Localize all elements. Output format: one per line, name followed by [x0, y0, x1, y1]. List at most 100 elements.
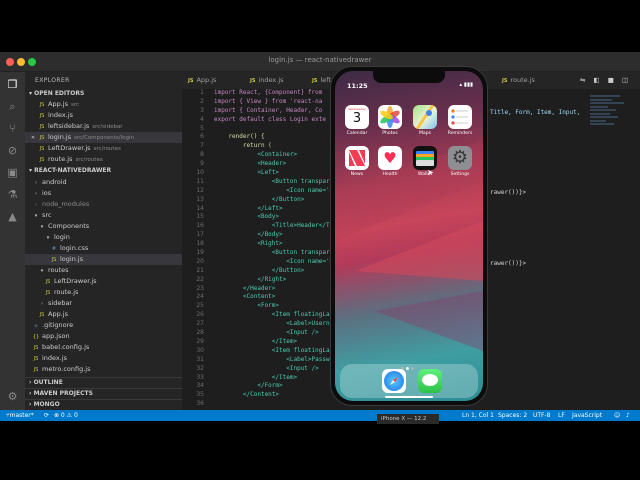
tree-file-login-css[interactable]: # login.css — [25, 243, 182, 254]
app-news[interactable]: News — [344, 146, 370, 177]
azure-icon[interactable]: ▲ — [6, 210, 19, 223]
code-right-fragment: rawer())}> — [490, 260, 527, 267]
heart-icon: ♥ — [378, 146, 402, 170]
tree-folder-node-modules[interactable]: › node_modules — [25, 199, 182, 210]
line-number: 17 — [196, 231, 204, 239]
line-number: 23 — [196, 284, 204, 292]
open-editor-item[interactable]: JS route.js src/routes — [25, 154, 182, 165]
tree-file-metro-config[interactable]: JS metro.config.js — [25, 364, 182, 375]
line-number: 11 — [196, 177, 204, 185]
vscode-window: login.js — react-nativedrawer ❐ ⌕ ⑂ ⊘ ▣ … — [0, 52, 640, 421]
gear-icon[interactable]: ⚙ — [6, 390, 19, 403]
language-mode[interactable]: JavaScript — [572, 410, 602, 421]
tree-file-leftdrawer[interactable]: JS LeftDrawer.js — [25, 276, 182, 287]
tab-app-js[interactable]: JS App.js — [188, 72, 250, 89]
tree-folder-sidebar[interactable]: › sidebar — [25, 298, 182, 309]
tree-file-babel-config[interactable]: JS babel.config.js — [25, 342, 182, 353]
explorer-title: EXPLORER — [35, 77, 70, 84]
messages-icon — [418, 369, 442, 393]
photos-icon — [378, 105, 402, 129]
line-number: 6 — [200, 133, 204, 141]
cursor-position[interactable]: Ln 1, Col 1 — [462, 410, 494, 421]
open-editor-item[interactable]: JS LeftDrawer.js src/routes — [25, 143, 182, 154]
git-branch[interactable]: ⑂ master* — [6, 410, 34, 421]
title-bar: login.js — react-nativedrawer — [0, 52, 640, 72]
app-wallet[interactable]: Wallet — [412, 146, 438, 177]
close-icon: ✕ — [30, 135, 36, 141]
app-health[interactable]: ♥ Health — [377, 146, 403, 177]
tree-file-app-json[interactable]: {} app.json — [25, 331, 182, 342]
open-editors-header[interactable]: ▾ OPEN EDITORS — [25, 89, 182, 99]
problems-indicator[interactable]: ⊗ 0 ⚠ 0 — [54, 410, 78, 421]
eol[interactable]: LF — [558, 410, 565, 421]
notch — [373, 71, 445, 83]
indentation[interactable]: Spaces: 2 — [498, 410, 527, 421]
line-number: 7 — [200, 142, 204, 150]
tab-route-js[interactable]: JS route.js — [502, 72, 562, 89]
mongo-header[interactable]: › MONGO — [25, 399, 182, 409]
simulator-screen[interactable]: 11:25 ▴ ▮▮▮ Wednesday 3 Calendar Photos — [335, 71, 483, 401]
project-header[interactable]: ▾ REACT-NATIVEDRAWER — [25, 166, 182, 176]
outline-header[interactable]: › OUTLINE — [25, 377, 182, 387]
maven-header[interactable]: › MAVEN PROJECTS — [25, 388, 182, 398]
line-number: 19 — [196, 249, 204, 257]
line-number: 28 — [196, 329, 204, 337]
files-icon[interactable]: ❐ — [6, 78, 19, 91]
tree-file-route[interactable]: JS route.js — [25, 287, 182, 298]
editor-actions[interactable]: ⇋ ◧ ■ ◫ ⋯ — [580, 72, 640, 101]
status-time: 11:25 — [347, 82, 368, 90]
news-icon — [345, 146, 369, 170]
battery-icon: ▴ ▮▮▮ — [459, 82, 473, 88]
tree-folder-login[interactable]: ▾ login — [25, 232, 182, 243]
reminders-icon — [448, 105, 472, 129]
smiley-icon[interactable]: ☺ — [614, 410, 620, 421]
tree-folder-components[interactable]: ▾ Components — [25, 221, 182, 232]
tree-folder-routes[interactable]: ▾ routes — [25, 265, 182, 276]
open-editor-item[interactable]: JS App.js src — [25, 99, 182, 110]
line-number: 18 — [196, 240, 204, 248]
app-settings[interactable]: ⚙ Settings — [447, 146, 473, 177]
line-number: 5 — [200, 124, 204, 132]
explorer-sidebar: EXPLORER ▾ OPEN EDITORS JS App.js src JS in… — [25, 72, 182, 410]
encoding[interactable]: UTF-8 — [533, 410, 551, 421]
tree-folder-src[interactable]: ▾ src — [25, 210, 182, 221]
line-number: 10 — [196, 169, 204, 177]
letterbox-bottom — [0, 421, 640, 480]
tree-file-app[interactable]: JS App.js — [25, 309, 182, 320]
wallet-icon — [413, 146, 437, 170]
line-number: 2 — [200, 97, 204, 105]
app-calendar[interactable]: Wednesday 3 Calendar — [344, 105, 370, 136]
open-editor-item-active[interactable]: ✕ JS login.js src/Components/login — [25, 132, 182, 143]
app-photos[interactable]: Photos — [377, 105, 403, 136]
status-bar: ⑂ master* ⟳ ⊗ 0 ⚠ 0 Ln 1, Col 1 Spaces: … — [0, 410, 640, 421]
line-number: 16 — [196, 222, 204, 230]
dock-messages[interactable] — [417, 369, 443, 393]
open-editor-item[interactable]: JS leftsidebar.js src/sidebar — [25, 121, 182, 132]
bell-icon[interactable]: ♪ — [626, 410, 630, 421]
tree-file-index[interactable]: JS index.js — [25, 353, 182, 364]
line-number: 14 — [196, 204, 204, 212]
source-control-icon[interactable]: ⑂ — [6, 122, 19, 135]
line-number: 1 — [200, 89, 204, 96]
tree-file-login-js[interactable]: JS login.js — [25, 254, 182, 265]
letterbox-top — [0, 0, 640, 52]
tab-index-js[interactable]: JS index.js — [250, 72, 312, 89]
tree-folder-ios[interactable]: › ios — [25, 188, 182, 199]
open-editor-item[interactable]: JS index.js — [25, 110, 182, 121]
extensions-icon[interactable]: ▣ — [6, 166, 19, 179]
tree-file-gitignore[interactable]: ◆ .gitignore — [25, 320, 182, 331]
home-indicator[interactable] — [385, 396, 433, 398]
minimap[interactable] — [590, 95, 628, 135]
safari-icon — [382, 369, 406, 393]
sync-icon[interactable]: ⟳ — [44, 410, 49, 421]
tree-folder-android[interactable]: › android — [25, 177, 182, 188]
line-number: 20 — [196, 257, 204, 265]
line-number: 15 — [196, 213, 204, 221]
debug-icon[interactable]: ⊘ — [6, 144, 19, 157]
search-icon[interactable]: ⌕ — [6, 100, 19, 113]
mouse-pointer-icon: ➤ — [427, 168, 434, 177]
app-maps[interactable]: Maps — [412, 105, 438, 136]
test-icon[interactable]: ⚗ — [6, 188, 19, 201]
app-reminders[interactable]: Reminders — [447, 105, 473, 136]
dock-safari[interactable] — [381, 369, 407, 393]
